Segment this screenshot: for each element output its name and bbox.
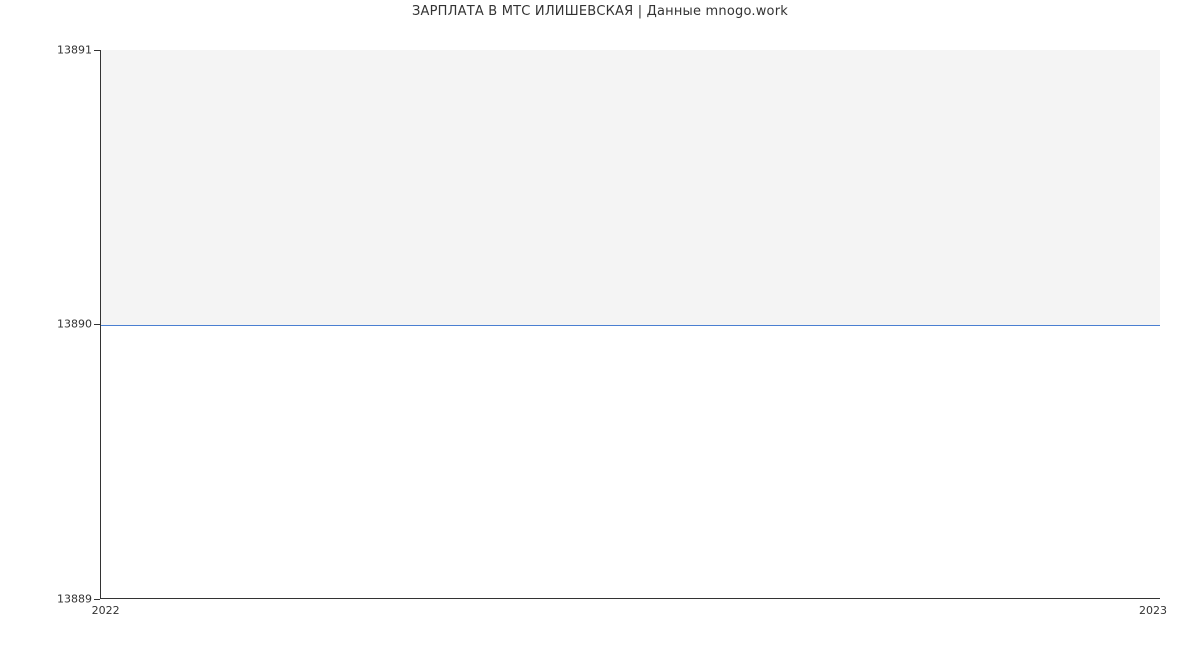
series-line — [101, 325, 1160, 326]
y-tick-label: 13890 — [57, 318, 92, 331]
plot-area — [100, 50, 1160, 599]
x-tick-label: 2022 — [92, 604, 120, 617]
y-tick-label: 13891 — [57, 44, 92, 57]
salary-chart: ЗАРПЛАТА В МТС ИЛИШЕВСКАЯ | Данные mnogo… — [0, 0, 1200, 650]
y-tick-label: 13889 — [57, 593, 92, 606]
y-tick — [94, 599, 100, 600]
chart-title: ЗАРПЛАТА В МТС ИЛИШЕВСКАЯ | Данные mnogo… — [0, 4, 1200, 19]
series-area — [101, 50, 1160, 325]
x-tick-label: 2023 — [1139, 604, 1167, 617]
